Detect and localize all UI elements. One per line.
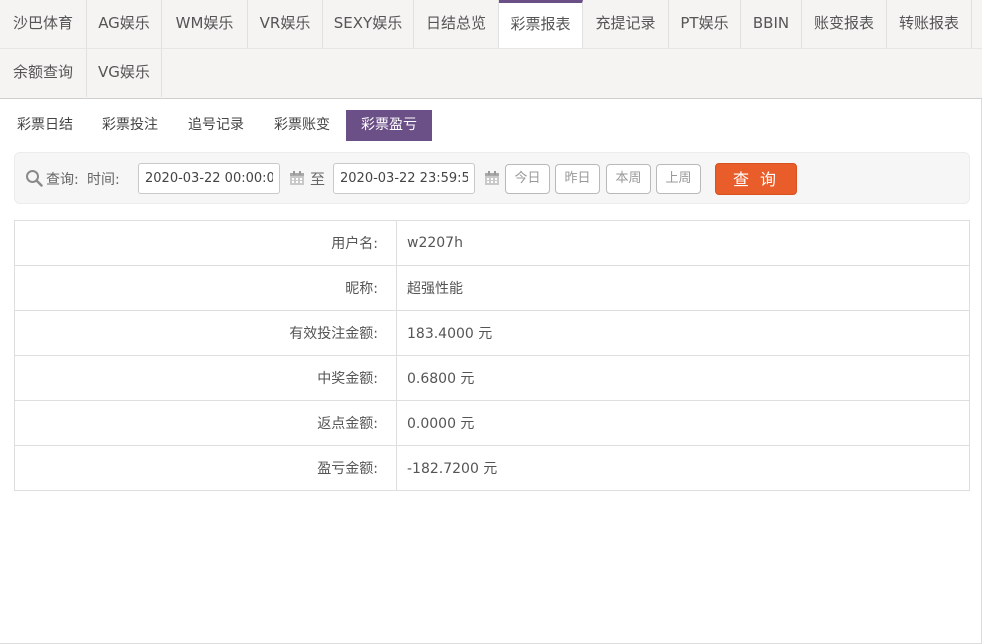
subtab-lottery-profit-loss[interactable]: 彩票盈亏: [346, 110, 432, 141]
table-row: 昵称: 超强性能: [14, 265, 970, 311]
query-button[interactable]: 查 询: [715, 163, 797, 195]
winning-amount-value: 0.6800 元: [396, 355, 970, 401]
subtab-lottery-bets[interactable]: 彩票投注: [95, 110, 165, 141]
tab-ag[interactable]: AG娱乐: [87, 0, 162, 48]
search-bar: 查询: 时间: 至 今日 昨日 本周 上周 查 询: [14, 152, 970, 204]
username-value: w2207h: [396, 220, 970, 266]
table-row: 用户名: w2207h: [14, 220, 970, 266]
last-week-button[interactable]: 上周: [656, 164, 701, 194]
tab-deposit-withdraw[interactable]: 充提记录: [583, 0, 669, 48]
rebate-amount-label: 返点金额:: [14, 400, 397, 446]
tab-vr[interactable]: VR娱乐: [248, 0, 323, 48]
tab-sexy[interactable]: SEXY娱乐: [323, 0, 414, 48]
page-frame: 沙巴体育 AG娱乐 WM娱乐 VR娱乐 SEXY娱乐 日结总览 彩票报表 充提记…: [0, 0, 982, 644]
tab-pt[interactable]: PT娱乐: [669, 0, 741, 48]
to-label: 至: [310, 170, 326, 188]
tab-shaba-sports[interactable]: 沙巴体育: [0, 0, 87, 48]
subtab-chase-records[interactable]: 追号记录: [181, 110, 251, 141]
rebate-amount-value: 0.0000 元: [396, 400, 970, 446]
winning-amount-label: 中奖金额:: [14, 355, 397, 401]
search-icon: [26, 170, 43, 187]
tab-wm[interactable]: WM娱乐: [162, 0, 248, 48]
top-nav: 沙巴体育 AG娱乐 WM娱乐 VR娱乐 SEXY娱乐 日结总览 彩票报表 充提记…: [0, 0, 982, 99]
nickname-value: 超强性能: [396, 265, 970, 311]
tab-lottery-report[interactable]: 彩票报表: [499, 0, 583, 49]
table-row: 有效投注金额: 183.4000 元: [14, 310, 970, 356]
valid-bet-label: 有效投注金额:: [14, 310, 397, 356]
valid-bet-value: 183.4000 元: [396, 310, 970, 356]
query-label: 查询:: [46, 172, 79, 188]
today-button[interactable]: 今日: [505, 164, 550, 194]
tab-bbin[interactable]: BBIN: [741, 0, 802, 48]
this-week-button[interactable]: 本周: [606, 164, 651, 194]
profit-loss-value: -182.7200 元: [396, 445, 970, 491]
profit-loss-table: 用户名: w2207h 昵称: 超强性能 有效投注金额: 183.4000 元 …: [14, 220, 970, 491]
nickname-label: 昵称:: [14, 265, 397, 311]
end-time-input[interactable]: [333, 163, 475, 194]
time-label: 时间:: [87, 172, 120, 188]
tab-balance-change-report[interactable]: 账变报表: [802, 0, 887, 48]
tab-daily-overview[interactable]: 日结总览: [414, 0, 499, 48]
table-row: 盈亏金额: -182.7200 元: [14, 445, 970, 491]
table-row: 中奖金额: 0.6800 元: [14, 355, 970, 401]
username-label: 用户名:: [14, 220, 397, 266]
start-time-input[interactable]: [138, 163, 280, 194]
calendar-icon[interactable]: [289, 170, 305, 186]
subtab-lottery-balance-change[interactable]: 彩票账变: [267, 110, 337, 141]
tab-balance-query[interactable]: 余额查询: [0, 49, 87, 97]
tab-transfer-report[interactable]: 转账报表: [887, 0, 972, 48]
tab-vg[interactable]: VG娱乐: [87, 49, 162, 97]
table-row: 返点金额: 0.0000 元: [14, 400, 970, 446]
calendar-icon[interactable]: [484, 170, 500, 186]
yesterday-button[interactable]: 昨日: [555, 164, 600, 194]
subtab-lottery-daily[interactable]: 彩票日结: [10, 110, 80, 141]
profit-loss-label: 盈亏金额:: [14, 445, 397, 491]
